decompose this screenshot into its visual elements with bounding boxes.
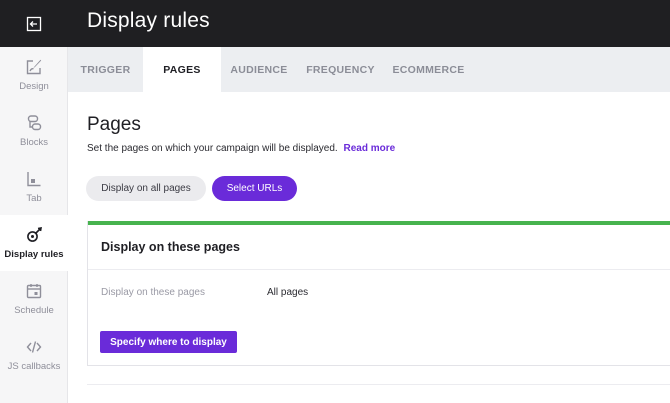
tab-audience[interactable]: AUDIENCE (221, 47, 297, 92)
tab-pages[interactable]: PAGES (143, 47, 221, 92)
sidebar-item-label: Design (19, 81, 49, 92)
tab-bar: TRIGGER PAGES AUDIENCE FREQUENCY ECOMMER… (68, 47, 670, 92)
tab-frequency[interactable]: FREQUENCY (297, 47, 384, 92)
collapse-sidebar-button[interactable] (0, 0, 68, 47)
section-title: Pages (87, 114, 141, 135)
read-more-link[interactable]: Read more (343, 143, 395, 154)
display-pages-value: All pages (267, 287, 309, 298)
display-on-all-pages-button[interactable]: Display on all pages (86, 176, 206, 201)
sidebar-item-display-rules[interactable]: Display rules (0, 215, 68, 271)
sidebar-item-tab[interactable]: Tab (0, 159, 68, 215)
page-title: Display rules (87, 9, 210, 32)
sidebar-item-label: Schedule (14, 305, 54, 316)
display-rules-icon (27, 227, 42, 242)
tab-trigger[interactable]: TRIGGER (68, 47, 143, 92)
blocks-icon (27, 115, 42, 131)
description-text: Set the pages on which your campaign wil… (87, 143, 338, 154)
select-urls-button[interactable]: Select URLs (212, 176, 297, 201)
divider (87, 384, 670, 385)
tab-icon (27, 172, 41, 187)
main-content: Pages Set the pages on which your campai… (68, 92, 670, 403)
sidebar-item-label: JS callbacks (7, 361, 61, 372)
card-title: Display on these pages (101, 240, 240, 254)
schedule-icon (26, 284, 42, 299)
tab-ecommerce[interactable]: ECOMMERCE (384, 47, 473, 92)
section-description: Set the pages on which your campaign wil… (87, 143, 395, 154)
sidebar-item-label: Blocks (20, 137, 48, 148)
collapse-icon (26, 16, 42, 31)
design-icon (26, 59, 42, 75)
code-icon (26, 341, 42, 353)
sidebar-item-blocks[interactable]: Blocks (0, 103, 68, 159)
sidebar-item-design[interactable]: Design (0, 47, 68, 103)
sidebar-item-schedule[interactable]: Schedule (0, 271, 68, 327)
sidebar: Design Blocks Tab Display rules Schedule… (0, 0, 68, 403)
specify-where-button[interactable]: Specify where to display (100, 331, 237, 353)
display-pages-card: Display on these pages Display on these … (87, 221, 670, 366)
sidebar-item-label: Display rules (4, 249, 64, 260)
divider (88, 269, 670, 270)
sidebar-item-js-callbacks[interactable]: JS callbacks (0, 327, 68, 383)
sidebar-item-label: Tab (26, 193, 42, 204)
header-bar: Display rules (68, 0, 670, 47)
display-pages-label: Display on these pages (101, 287, 205, 298)
card-accent-bar (88, 221, 670, 225)
